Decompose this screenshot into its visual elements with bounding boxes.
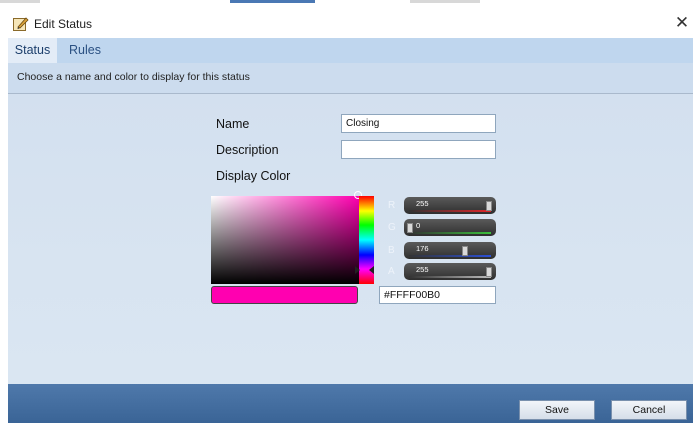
channel-track	[409, 276, 491, 278]
channel-slider[interactable]: 176	[404, 242, 496, 259]
background-app-strip	[0, 0, 693, 8]
saturation-value-picker[interactable]	[211, 196, 359, 284]
tab-rules[interactable]: Rules	[69, 38, 101, 63]
channel-value: 255	[416, 199, 429, 208]
name-label: Name	[216, 117, 250, 131]
channel-value: 0	[416, 221, 421, 230]
channel-track	[409, 210, 491, 212]
description-input[interactable]	[341, 140, 496, 159]
channel-value: 176	[416, 244, 429, 253]
channel-track	[409, 255, 491, 257]
close-icon[interactable]: ✕	[672, 13, 692, 33]
tab-bar: Status Rules	[8, 38, 693, 63]
description-label: Description	[216, 143, 279, 157]
hue-marker-left-icon	[355, 266, 360, 274]
channel-letter: G	[388, 222, 396, 233]
channel-thumb[interactable]	[486, 267, 492, 277]
channel-letter: A	[388, 266, 395, 277]
channel-track	[409, 232, 491, 234]
background-segment	[230, 0, 315, 3]
channel-thumb[interactable]	[486, 201, 492, 211]
instruction-band: Choose a name and color to display for t…	[8, 63, 693, 94]
channel-thumb[interactable]	[407, 223, 413, 233]
name-input[interactable]: Closing	[341, 114, 496, 133]
channel-thumb[interactable]	[461, 246, 468, 256]
channel-slider[interactable]: 255	[404, 197, 496, 214]
selected-color-swatch	[211, 286, 358, 304]
instruction-text: Choose a name and color to display for t…	[17, 71, 250, 83]
hue-marker-right-icon	[369, 266, 374, 274]
window-left-edge	[0, 38, 8, 423]
background-segment	[410, 0, 480, 3]
window-title: Edit Status	[34, 17, 93, 31]
window-titlebar: Edit Status ✕	[0, 8, 693, 38]
hex-color-input[interactable]: #FFFF00B0	[379, 286, 496, 304]
save-button[interactable]: Save	[519, 400, 595, 420]
cancel-button[interactable]: Cancel	[611, 400, 687, 420]
channel-slider[interactable]: 255	[404, 263, 496, 280]
channel-letter: R	[388, 200, 396, 211]
edit-status-icon	[13, 16, 29, 32]
channel-value: 255	[416, 265, 429, 274]
tab-status[interactable]: Status	[8, 38, 57, 63]
channel-slider[interactable]: 0	[404, 219, 496, 236]
channel-letter: B	[388, 245, 395, 256]
display-color-label: Display Color	[216, 169, 291, 183]
background-segment	[0, 0, 40, 3]
